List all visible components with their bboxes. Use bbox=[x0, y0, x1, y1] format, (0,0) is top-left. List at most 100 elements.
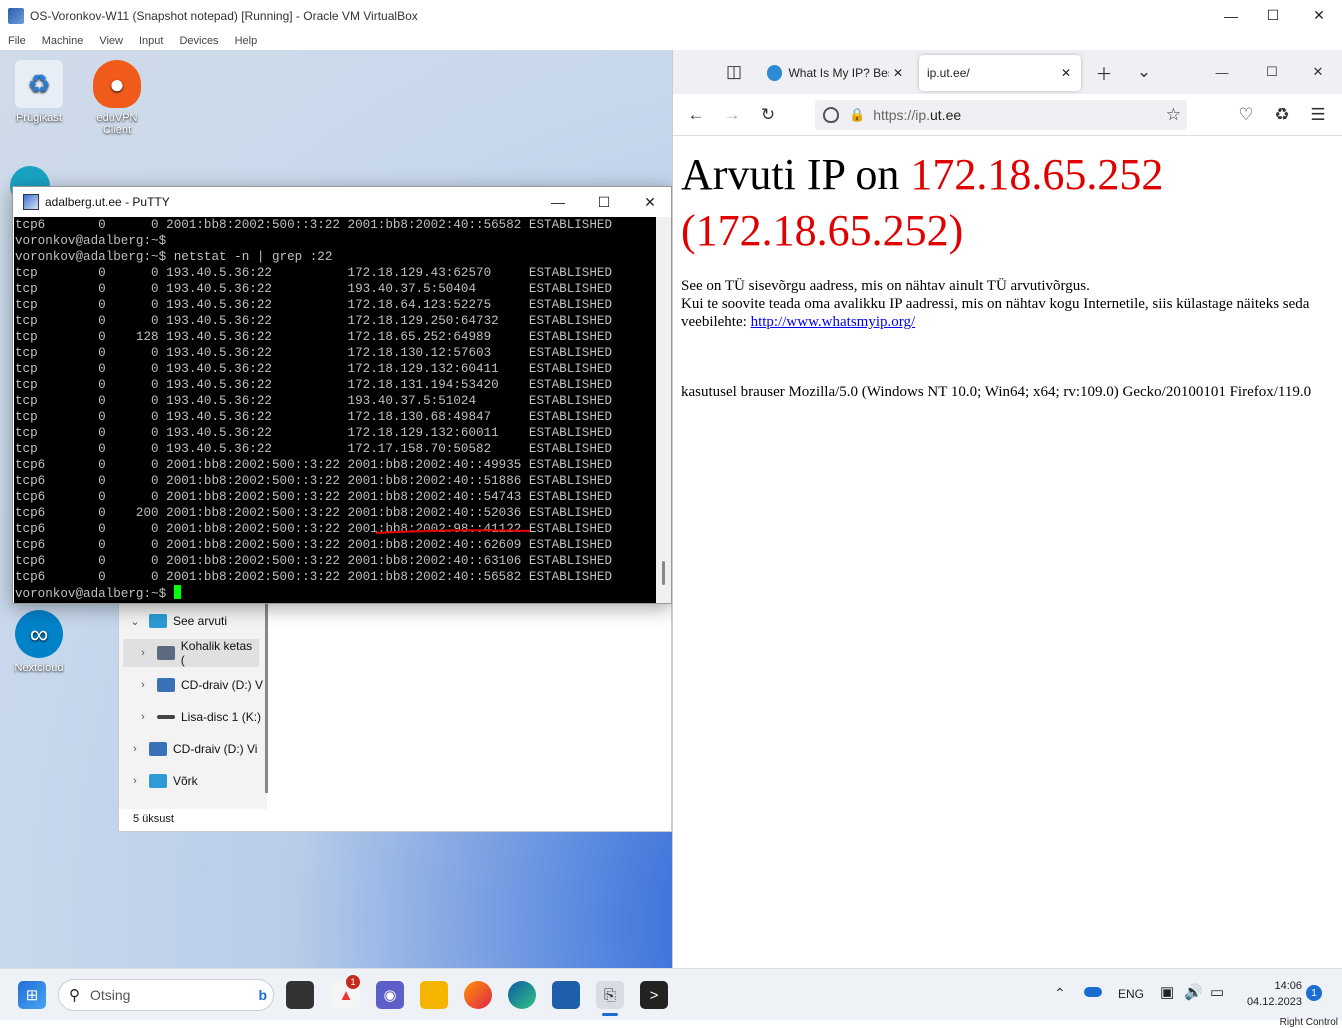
terminal-prompt[interactable]: voronkov@adalberg:~$ bbox=[15, 585, 656, 602]
chevron-up-icon[interactable]: ⌃ bbox=[1054, 985, 1066, 1002]
onedrive-icon[interactable] bbox=[1084, 987, 1102, 997]
back-arrow-icon[interactable]: ← bbox=[681, 100, 711, 130]
tab-close-icon[interactable]: ✕ bbox=[1061, 66, 1071, 80]
menu-file[interactable]: File bbox=[8, 35, 26, 47]
whatsmyip-link[interactable]: http://www.whatsmyip.org/ bbox=[751, 314, 916, 330]
chevron-right-icon[interactable]: › bbox=[135, 679, 151, 691]
tree-item-cd-drive[interactable]: › CD-draiv (D:) V bbox=[135, 671, 263, 699]
battery-icon[interactable]: ▭ bbox=[1210, 983, 1224, 1001]
app-icon-with-badge[interactable]: ▲ 1 bbox=[332, 975, 360, 1009]
pocket-icon[interactable]: ♡ bbox=[1231, 100, 1261, 130]
file-explorer-icon[interactable] bbox=[420, 981, 448, 1009]
terminal-icon[interactable]: > bbox=[640, 981, 668, 1009]
terminal-output[interactable]: tcp6 0 0 2001:bb8:2002:500::3:22 2001:bb… bbox=[14, 217, 656, 603]
extensions-icon[interactable]: ♻ bbox=[1267, 100, 1297, 130]
scrollbar-thumb[interactable] bbox=[662, 561, 665, 585]
terminal-cursor bbox=[173, 585, 181, 599]
new-tab-button[interactable]: ＋ bbox=[1089, 57, 1119, 87]
notification-count-badge[interactable]: 1 bbox=[1306, 985, 1322, 1001]
tab-close-icon[interactable]: ✕ bbox=[893, 66, 903, 80]
lock-icon[interactable]: 🔒 bbox=[849, 107, 865, 123]
putty-minimize-button[interactable]: — bbox=[535, 187, 581, 217]
terminal-line: voronkov@adalberg:~$ bbox=[15, 234, 167, 248]
tree-item-this-pc[interactable]: ⌄ See arvuti bbox=[127, 607, 227, 635]
tab-list-chevron-icon[interactable]: ⌄ bbox=[1129, 57, 1159, 87]
menu-devices[interactable]: Devices bbox=[179, 35, 218, 47]
tree-label: Võrk bbox=[173, 774, 198, 788]
chevron-down-icon[interactable]: ⌄ bbox=[127, 615, 143, 628]
tree-label: Lisa-disc 1 (K:) bbox=[181, 710, 262, 724]
terminal-line: tcp 0 0 193.40.5.36:22 193.40.37.5:51024… bbox=[15, 394, 613, 408]
close-button[interactable]: ✕ bbox=[1296, 0, 1342, 31]
tab-ip-ut-ee[interactable]: ip.ut.ee/ ✕ bbox=[919, 55, 1081, 91]
tree-label: CD-draiv (D:) V bbox=[181, 678, 264, 692]
tree-item-local-disk[interactable]: › Kohalik ketas ( bbox=[123, 639, 259, 667]
network-icon[interactable]: ▣ bbox=[1160, 983, 1174, 1001]
terminal-line: tcp 0 0 193.40.5.36:22 193.40.37.5:50404… bbox=[15, 282, 613, 296]
terminal-line: tcp 0 0 193.40.5.36:22 172.18.64.123:522… bbox=[15, 298, 613, 312]
menu-view[interactable]: View bbox=[99, 35, 123, 47]
clock[interactable]: 14:06 04.12.2023 bbox=[1236, 978, 1302, 1010]
putty-taskbar-icon[interactable]: ⎘ bbox=[596, 981, 624, 1009]
firefox-tabbar: ◫ What Is My IP? Best ✕ ip.ut.ee/ ✕ ＋ ⌄ … bbox=[673, 50, 1342, 94]
ff-minimize-button[interactable]: — bbox=[1207, 57, 1237, 87]
volume-icon[interactable]: 🔊 bbox=[1184, 983, 1203, 1001]
web-page-content: Arvuti IP on 172.18.65.252 (172.18.65.252… bbox=[673, 137, 1342, 411]
menu-hamburger-icon[interactable]: ☰ bbox=[1303, 100, 1333, 130]
vbox-window-title: OS-Voronkov-W11 (Snapshot notepad) [Runn… bbox=[30, 8, 418, 23]
tab-overview-icon[interactable]: ◫ bbox=[719, 57, 749, 87]
heading-prefix: Arvuti IP on bbox=[681, 150, 911, 199]
chevron-right-icon[interactable]: › bbox=[135, 711, 151, 723]
menu-machine[interactable]: Machine bbox=[42, 35, 84, 47]
putty-title: adalberg.ut.ee - PuTTY bbox=[45, 195, 170, 209]
menu-help[interactable]: Help bbox=[235, 35, 258, 47]
shield-icon[interactable] bbox=[823, 107, 839, 123]
reload-icon[interactable]: ↻ bbox=[753, 100, 783, 130]
taskbar-search[interactable]: ⚲ Otsing b bbox=[58, 979, 274, 1011]
search-placeholder: Otsing bbox=[90, 987, 131, 1003]
desktop-icon-eduvpn[interactable]: ● eduVPN Client bbox=[82, 60, 152, 136]
language-indicator[interactable]: ENG bbox=[1118, 987, 1144, 1001]
desktop-icon-recycle-bin[interactable]: ♻ Prügikast bbox=[4, 60, 74, 124]
chevron-right-icon[interactable]: › bbox=[135, 647, 151, 659]
menu-input[interactable]: Input bbox=[139, 35, 163, 47]
task-view-icon[interactable] bbox=[286, 981, 314, 1009]
terminal-scrollbar[interactable] bbox=[656, 217, 671, 603]
terminal-line: tcp 0 128 193.40.5.36:22 172.18.65.252:6… bbox=[15, 330, 613, 344]
vbox-statusbar: Right Control bbox=[0, 1017, 1342, 1028]
tree-item-lisa-disc[interactable]: › Lisa-disc 1 (K:) bbox=[135, 703, 261, 731]
ff-close-button[interactable]: ✕ bbox=[1303, 57, 1333, 87]
putty-close-button[interactable]: ✕ bbox=[627, 187, 673, 217]
line1: See on TÜ sisevõrgu aadress, mis on näht… bbox=[681, 278, 1090, 294]
terminal-line: tcp 0 0 193.40.5.36:22 172.18.129.250:64… bbox=[15, 314, 613, 328]
tab-label: What Is My IP? Best bbox=[788, 66, 889, 80]
tree-item-network[interactable]: › Võrk bbox=[127, 767, 198, 795]
store-icon[interactable] bbox=[552, 981, 580, 1009]
notification-badge: 1 bbox=[346, 975, 360, 989]
tab-whatismyip[interactable]: What Is My IP? Best ✕ bbox=[759, 55, 911, 91]
chevron-right-icon[interactable]: › bbox=[127, 775, 143, 787]
start-windows-icon[interactable]: ⊞ bbox=[18, 981, 46, 1009]
explorer-scrollbar[interactable] bbox=[265, 593, 268, 793]
tree-label: CD-draiv (D:) Vi bbox=[173, 742, 258, 756]
teams-chat-icon[interactable]: ◉ bbox=[376, 981, 404, 1009]
forward-arrow-icon[interactable]: → bbox=[717, 100, 747, 130]
user-agent-text: kasutusel brauser Mozilla/5.0 (Windows N… bbox=[681, 384, 1312, 400]
terminal-line: tcp 0 0 193.40.5.36:22 172.18.129.43:625… bbox=[15, 266, 613, 280]
firefox-icon[interactable] bbox=[464, 981, 492, 1009]
chevron-right-icon[interactable]: › bbox=[127, 743, 143, 755]
tree-item-cd-drive-2[interactable]: › CD-draiv (D:) Vi bbox=[127, 735, 257, 763]
bookmark-star-icon[interactable]: ☆ bbox=[1166, 105, 1181, 125]
putty-maximize-button[interactable]: ☐ bbox=[581, 187, 627, 217]
terminal-line: tcp6 0 0 2001:bb8:2002:500::3:22 2001:bb… bbox=[15, 570, 613, 584]
tab-label: ip.ut.ee/ bbox=[927, 66, 970, 80]
putty-window: adalberg.ut.ee - PuTTY — ☐ ✕ tcp6 0 0 20… bbox=[12, 186, 672, 604]
url-bar[interactable]: 🔒 https://ip. ut.ee ☆ bbox=[815, 100, 1187, 130]
minimize-button[interactable]: — bbox=[1208, 0, 1254, 31]
ip-address: 172.18.65.252 bbox=[910, 150, 1164, 199]
maximize-button[interactable]: ☐ bbox=[1250, 0, 1296, 31]
bing-icon[interactable]: b bbox=[258, 987, 267, 1003]
desktop-icon-nextcloud[interactable]: ∞ Nextcloud bbox=[4, 610, 74, 674]
ff-maximize-button[interactable]: ☐ bbox=[1257, 57, 1287, 87]
edge-icon[interactable] bbox=[508, 981, 536, 1009]
